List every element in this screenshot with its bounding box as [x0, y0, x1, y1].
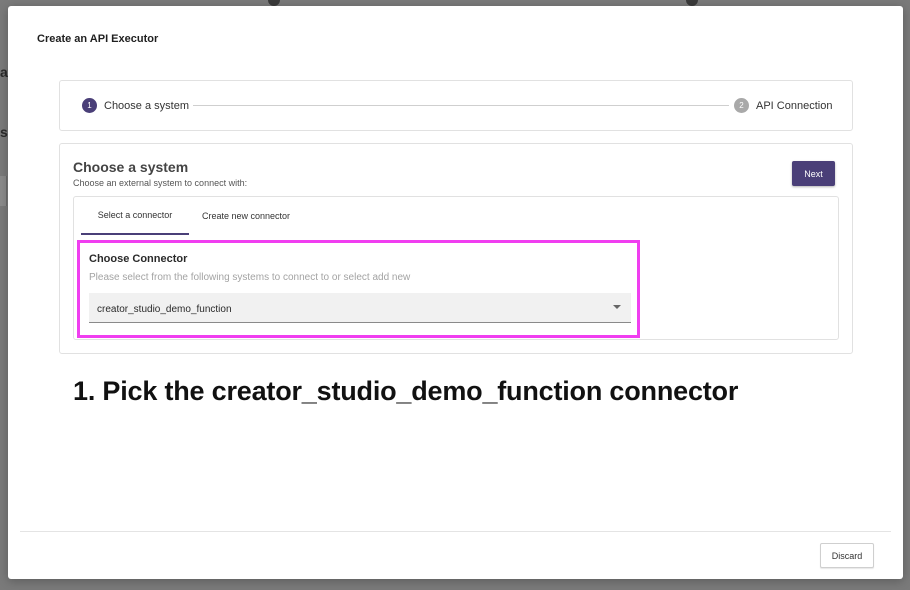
- instruction-caption: 1. Pick the creator_studio_demo_function…: [73, 376, 739, 406]
- stepper-connector-line: [193, 105, 729, 106]
- step-api-connection: 2 API Connection: [734, 81, 832, 130]
- connector-select[interactable]: creator_studio_demo_function: [89, 293, 631, 323]
- step-label: API Connection: [756, 99, 833, 112]
- background-tab-edge: [0, 176, 7, 206]
- connector-panel: Select a connector Create new connector …: [73, 196, 839, 340]
- card-title: Choose a system: [73, 159, 189, 175]
- choose-system-card: Choose a system Choose an external syste…: [59, 143, 853, 354]
- tab-create-connector[interactable]: Create new connector: [191, 197, 301, 235]
- tab-select-connector[interactable]: Select a connector: [81, 197, 189, 235]
- choose-connector-hint: Please select from the following systems…: [89, 272, 411, 283]
- step-number: 1: [82, 98, 97, 113]
- api-executor-dialog: Create an API Executor 1 Choose a system…: [8, 6, 903, 579]
- next-button[interactable]: Next: [792, 161, 835, 186]
- annotation-highlight-box: Choose Connector Please select from the …: [77, 240, 640, 338]
- connector-select-value: creator_studio_demo_function: [97, 304, 232, 315]
- caret-down-icon: [613, 305, 621, 309]
- discard-button[interactable]: Discard: [820, 543, 874, 568]
- stepper: 1 Choose a system 2 API Connection: [59, 80, 853, 131]
- step-label: Choose a system: [104, 99, 189, 112]
- card-subtitle: Choose an external system to connect wit…: [73, 178, 248, 188]
- background-text-fragment: s: [0, 124, 8, 140]
- step-number: 2: [734, 98, 749, 113]
- choose-connector-title: Choose Connector: [89, 253, 188, 265]
- dialog-title: Create an API Executor: [37, 33, 159, 45]
- footer-divider: [20, 531, 891, 532]
- step-choose-system: 1 Choose a system: [82, 81, 189, 130]
